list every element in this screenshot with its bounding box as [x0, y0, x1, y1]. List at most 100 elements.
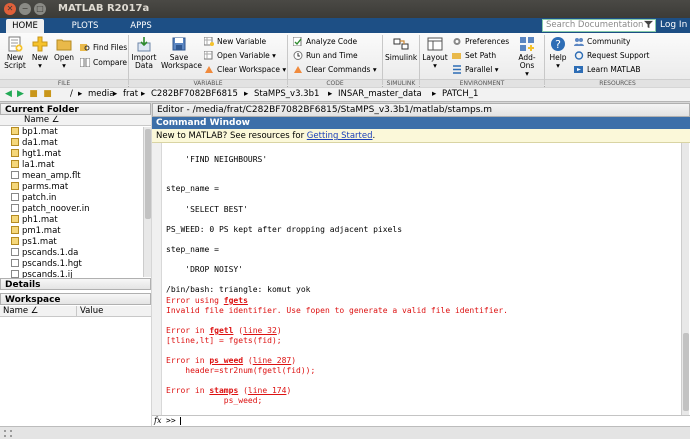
- current-folder-header[interactable]: Current Folder: [0, 103, 151, 115]
- new-button[interactable]: New ▾: [30, 36, 50, 70]
- file-item[interactable]: la1.mat: [11, 160, 55, 170]
- community-link[interactable]: Community: [574, 37, 630, 46]
- file-item[interactable]: da1.mat: [11, 138, 58, 148]
- save-workspace-button[interactable]: Save Workspace: [161, 36, 202, 70]
- learn-matlab-link[interactable]: Learn MATLAB: [574, 65, 641, 74]
- file-item[interactable]: bp1.mat: [11, 127, 58, 137]
- section-file: FILE: [0, 79, 128, 87]
- layout-label: Layout: [422, 53, 448, 62]
- file-name: hgt1.mat: [22, 149, 62, 159]
- ps-weed-line-link[interactable]: line 287: [253, 356, 292, 365]
- close-window-button[interactable]: ✕: [4, 3, 16, 15]
- compare-button[interactable]: Compare: [80, 58, 127, 67]
- file-item[interactable]: ps1.mat: [11, 237, 57, 247]
- help-button[interactable]: ? Help ▾: [547, 36, 569, 70]
- clear-commands-icon: [294, 66, 302, 73]
- stamps-link[interactable]: stamps: [209, 386, 238, 395]
- scrollbar-thumb[interactable]: [683, 333, 689, 411]
- forward-arrow-icon[interactable]: ▶: [15, 89, 26, 100]
- minimize-window-button[interactable]: −: [19, 3, 31, 15]
- stamps-line-link[interactable]: line 174: [248, 386, 287, 395]
- layout-button[interactable]: Layout ▾: [422, 36, 448, 70]
- maximize-window-button[interactable]: □: [34, 3, 46, 15]
- parallel-label: Parallel: [465, 65, 493, 74]
- command-window-header[interactable]: Command Window: [152, 117, 690, 129]
- command-prompt[interactable]: fx >>: [152, 415, 690, 426]
- prompt-symbol: >>: [166, 416, 176, 425]
- file-item[interactable]: parms.mat: [11, 182, 68, 192]
- tab-plots[interactable]: PLOTS: [62, 19, 108, 33]
- output-line: /bin/bash: triangle: komut yok: [166, 285, 311, 294]
- divider: [419, 35, 420, 85]
- compare-icon: [80, 58, 90, 67]
- section-variable: VARIABLE: [129, 79, 287, 87]
- simulink-label: Simulink: [385, 53, 418, 62]
- path-segment-media[interactable]: media: [88, 88, 114, 101]
- set-path-button[interactable]: Set Path: [452, 51, 496, 60]
- fgetl-line-link[interactable]: line 32: [243, 326, 277, 335]
- fgets-link[interactable]: fgets: [224, 296, 248, 305]
- find-files-button[interactable]: Find Files: [80, 43, 127, 52]
- file-item[interactable]: ph1.mat: [11, 215, 58, 225]
- file-item[interactable]: mean_amp.flt: [11, 171, 81, 181]
- getting-started-banner: New to MATLAB? See resources for Getting…: [152, 129, 690, 143]
- search-filter-icon[interactable]: [644, 20, 653, 29]
- current-folder-column-header[interactable]: Name ∠: [0, 115, 151, 126]
- log-in-link[interactable]: Log In: [660, 19, 687, 32]
- file-item[interactable]: hgt1.mat: [11, 149, 61, 159]
- section-simulink: SIMULINK: [383, 79, 419, 87]
- search-documentation-input[interactable]: Search Documentation: [542, 19, 656, 32]
- new-script-button[interactable]: New Script: [3, 36, 27, 70]
- file-icon: [11, 193, 19, 201]
- file-item[interactable]: pscands.1.hgt: [11, 259, 82, 269]
- open-variable-button[interactable]: Open Variable ▾: [204, 51, 276, 60]
- new-variable-button[interactable]: New Variable: [204, 37, 266, 46]
- file-item[interactable]: pscands.1.da: [11, 248, 78, 258]
- workspace-value-column[interactable]: Value: [80, 306, 103, 317]
- fgetl-link[interactable]: fgetl: [209, 326, 233, 335]
- current-folder-scrollbar[interactable]: [143, 127, 151, 277]
- command-window-scrollbar[interactable]: [681, 143, 689, 415]
- tab-apps[interactable]: APPS: [118, 19, 164, 33]
- back-arrow-icon[interactable]: ◀: [3, 89, 14, 100]
- file-icon: [11, 171, 19, 179]
- tab-home[interactable]: HOME: [6, 19, 44, 33]
- path-segment-stamps[interactable]: StaMPS_v3.3b1: [254, 88, 319, 101]
- analyze-code-label: Analyze Code: [306, 37, 358, 46]
- run-and-time-button[interactable]: Run and Time: [293, 51, 358, 60]
- file-item[interactable]: pm1.mat: [11, 226, 61, 236]
- analyze-code-button[interactable]: Analyze Code: [293, 37, 357, 46]
- parallel-button[interactable]: Parallel ▾: [452, 65, 498, 74]
- file-name: patch.in: [22, 193, 57, 203]
- up-folder-icon[interactable]: ■: [28, 89, 39, 100]
- browse-folder-icon[interactable]: ■: [42, 89, 53, 100]
- open-button[interactable]: Open ▾: [53, 36, 75, 70]
- clear-workspace-button[interactable]: Clear Workspace ▾: [204, 65, 286, 74]
- workspace-name-column[interactable]: Name ∠: [3, 306, 38, 317]
- details-header[interactable]: Details: [0, 278, 151, 290]
- import-data-button[interactable]: Import Data: [131, 36, 157, 70]
- output-line: 'FIND NEIGHBOURS': [166, 155, 268, 164]
- file-item[interactable]: patch.in: [11, 193, 56, 203]
- file-name: parms.mat: [22, 182, 69, 192]
- file-item[interactable]: patch_noover.in: [11, 204, 89, 214]
- workspace-header[interactable]: Workspace: [0, 293, 151, 305]
- path-segment-frat[interactable]: frat: [123, 88, 138, 101]
- path-segment-drive[interactable]: C282BF7082BF6815: [151, 88, 238, 101]
- command-window-output[interactable]: 'FIND NEIGHBOURS' step_name = 'SELECT BE…: [152, 143, 690, 415]
- add-ons-button[interactable]: Add-Ons ▾: [512, 36, 542, 78]
- ps-weed-link[interactable]: ps_weed: [209, 356, 243, 365]
- request-support-link[interactable]: Request Support: [574, 51, 650, 60]
- path-segment-patch[interactable]: PATCH_1: [442, 88, 478, 101]
- section-code: CODE: [288, 79, 382, 87]
- clear-commands-button[interactable]: Clear Commands ▾: [293, 65, 377, 74]
- preferences-button[interactable]: Preferences: [452, 37, 509, 46]
- divider: [128, 35, 129, 85]
- scrollbar-thumb[interactable]: [145, 129, 151, 219]
- simulink-button[interactable]: Simulink: [385, 36, 417, 62]
- path-segment-insar[interactable]: INSAR_master_data: [338, 88, 422, 101]
- getting-started-link[interactable]: Getting Started: [307, 131, 373, 141]
- editor-tab[interactable]: Editor - /media/frat/C282BF7082BF6815/St…: [152, 103, 690, 117]
- function-browser-icon[interactable]: fx: [154, 416, 161, 426]
- path-root[interactable]: /: [70, 88, 73, 101]
